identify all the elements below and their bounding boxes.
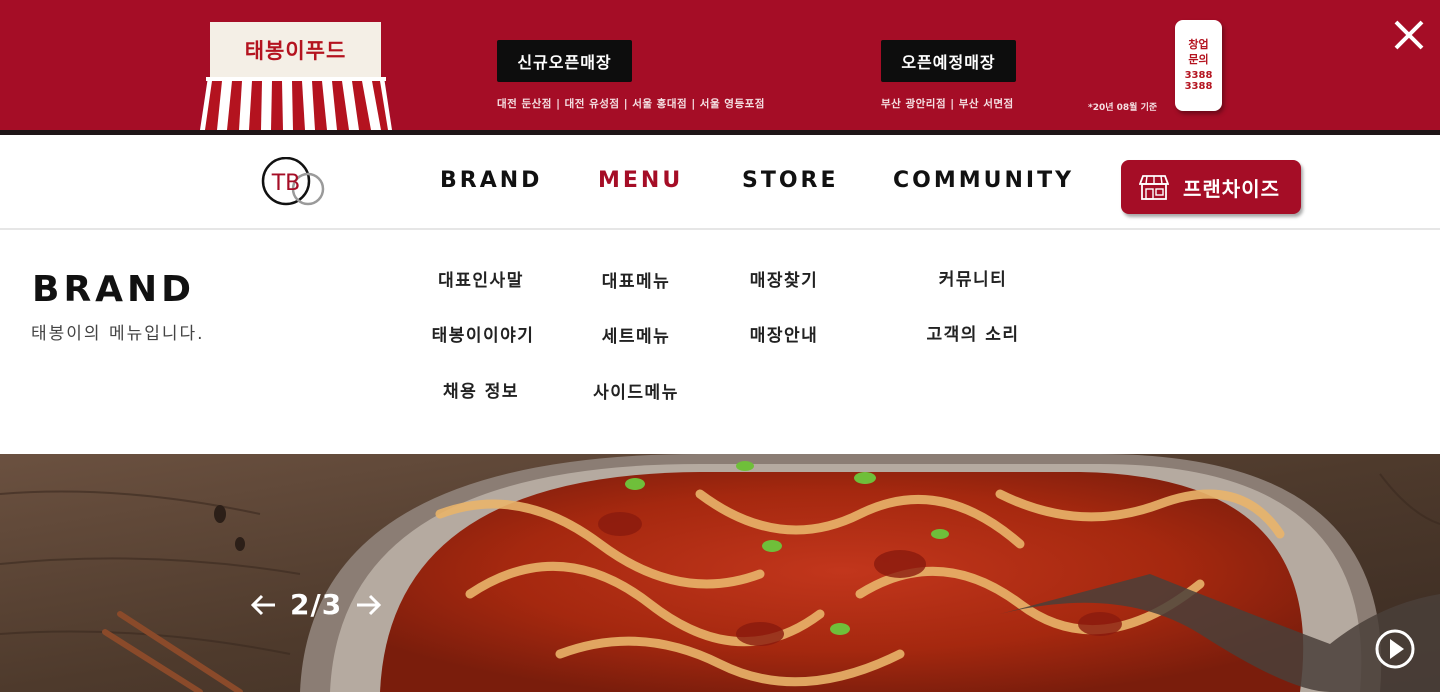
nav-store[interactable]: STORE: [742, 168, 839, 193]
awning-graphic: [200, 77, 392, 130]
nav-menu[interactable]: MENU: [598, 168, 683, 193]
storefront-icon: [1139, 175, 1169, 200]
play-circle-icon[interactable]: [1373, 627, 1417, 671]
hero-slider: 2/3: [0, 454, 1440, 692]
mega-menu-panel: BRAND 태봉이의 메뉴입니다. 대표인사말 태봉이이야기 채용 정보 대표메…: [0, 231, 1440, 454]
brand-storefront-logo[interactable]: 태봉이푸드: [200, 22, 392, 130]
nav-brand[interactable]: BRAND: [440, 168, 542, 193]
arrow-right-icon[interactable]: [354, 590, 384, 620]
submenu-side-menu[interactable]: 사이드메뉴: [556, 378, 716, 403]
franchise-button-label: 프랜차이즈: [1183, 176, 1280, 201]
slide-pager: 2/3: [248, 588, 384, 621]
arrow-left-icon[interactable]: [248, 590, 278, 620]
new-stores-list: 대전 둔산점 | 대전 유성점 | 서울 홍대점 | 서울 영등포점: [497, 98, 765, 110]
brand-logo-text: 태봉이푸드: [210, 22, 381, 77]
main-navigation: TB BRAND MENU STORE COMMUNITY 프랜차이즈: [0, 135, 1440, 230]
submenu-ceo-greeting[interactable]: 대표인사말: [401, 266, 561, 291]
submenu-customer-voice[interactable]: 고객의 소리: [893, 320, 1053, 345]
upcoming-stores-list: 부산 광안리점 | 부산 서면점: [881, 98, 1014, 110]
new-stores-button[interactable]: 신규오픈매장: [497, 40, 632, 82]
tb-logo-icon[interactable]: TB: [260, 157, 328, 209]
as-of-date-note: *20년 08월 기준: [1088, 103, 1158, 113]
hero-food-image: [0, 454, 1440, 692]
mega-menu-title: BRAND: [32, 269, 196, 310]
upcoming-stores-button[interactable]: 오픈예정매장: [881, 40, 1016, 82]
promo-banner: 태봉이푸드 신규오픈매장 대전 둔산점 | 대전 유성점 | 서울 홍대점 | …: [0, 0, 1440, 130]
mega-menu-subtitle: 태봉이의 메뉴입니다.: [31, 324, 205, 344]
nav-community[interactable]: COMMUNITY: [893, 168, 1074, 193]
submenu-signature-menu[interactable]: 대표메뉴: [556, 267, 716, 292]
submenu-set-menu[interactable]: 세트메뉴: [556, 322, 716, 347]
submenu-store-info[interactable]: 매장안내: [704, 321, 864, 346]
inquiry-label-line2: 문의: [1188, 53, 1209, 66]
submenu-recruitment[interactable]: 채용 정보: [401, 377, 561, 402]
franchise-button[interactable]: 프랜차이즈: [1121, 160, 1301, 214]
slide-counter: 2/3: [290, 588, 343, 621]
submenu-brand-story[interactable]: 태봉이이야기: [403, 321, 563, 346]
submenu-community[interactable]: 커뮤니티: [893, 265, 1053, 290]
franchise-inquiry-badge[interactable]: 창업 문의 3388 3388: [1175, 20, 1222, 111]
tb-logo-text: TB: [271, 171, 301, 196]
inquiry-label-line1: 창업: [1188, 38, 1209, 51]
close-icon[interactable]: [1390, 16, 1428, 54]
submenu-find-store[interactable]: 매장찾기: [704, 266, 864, 291]
inquiry-phone: 3388 3388: [1184, 70, 1213, 92]
